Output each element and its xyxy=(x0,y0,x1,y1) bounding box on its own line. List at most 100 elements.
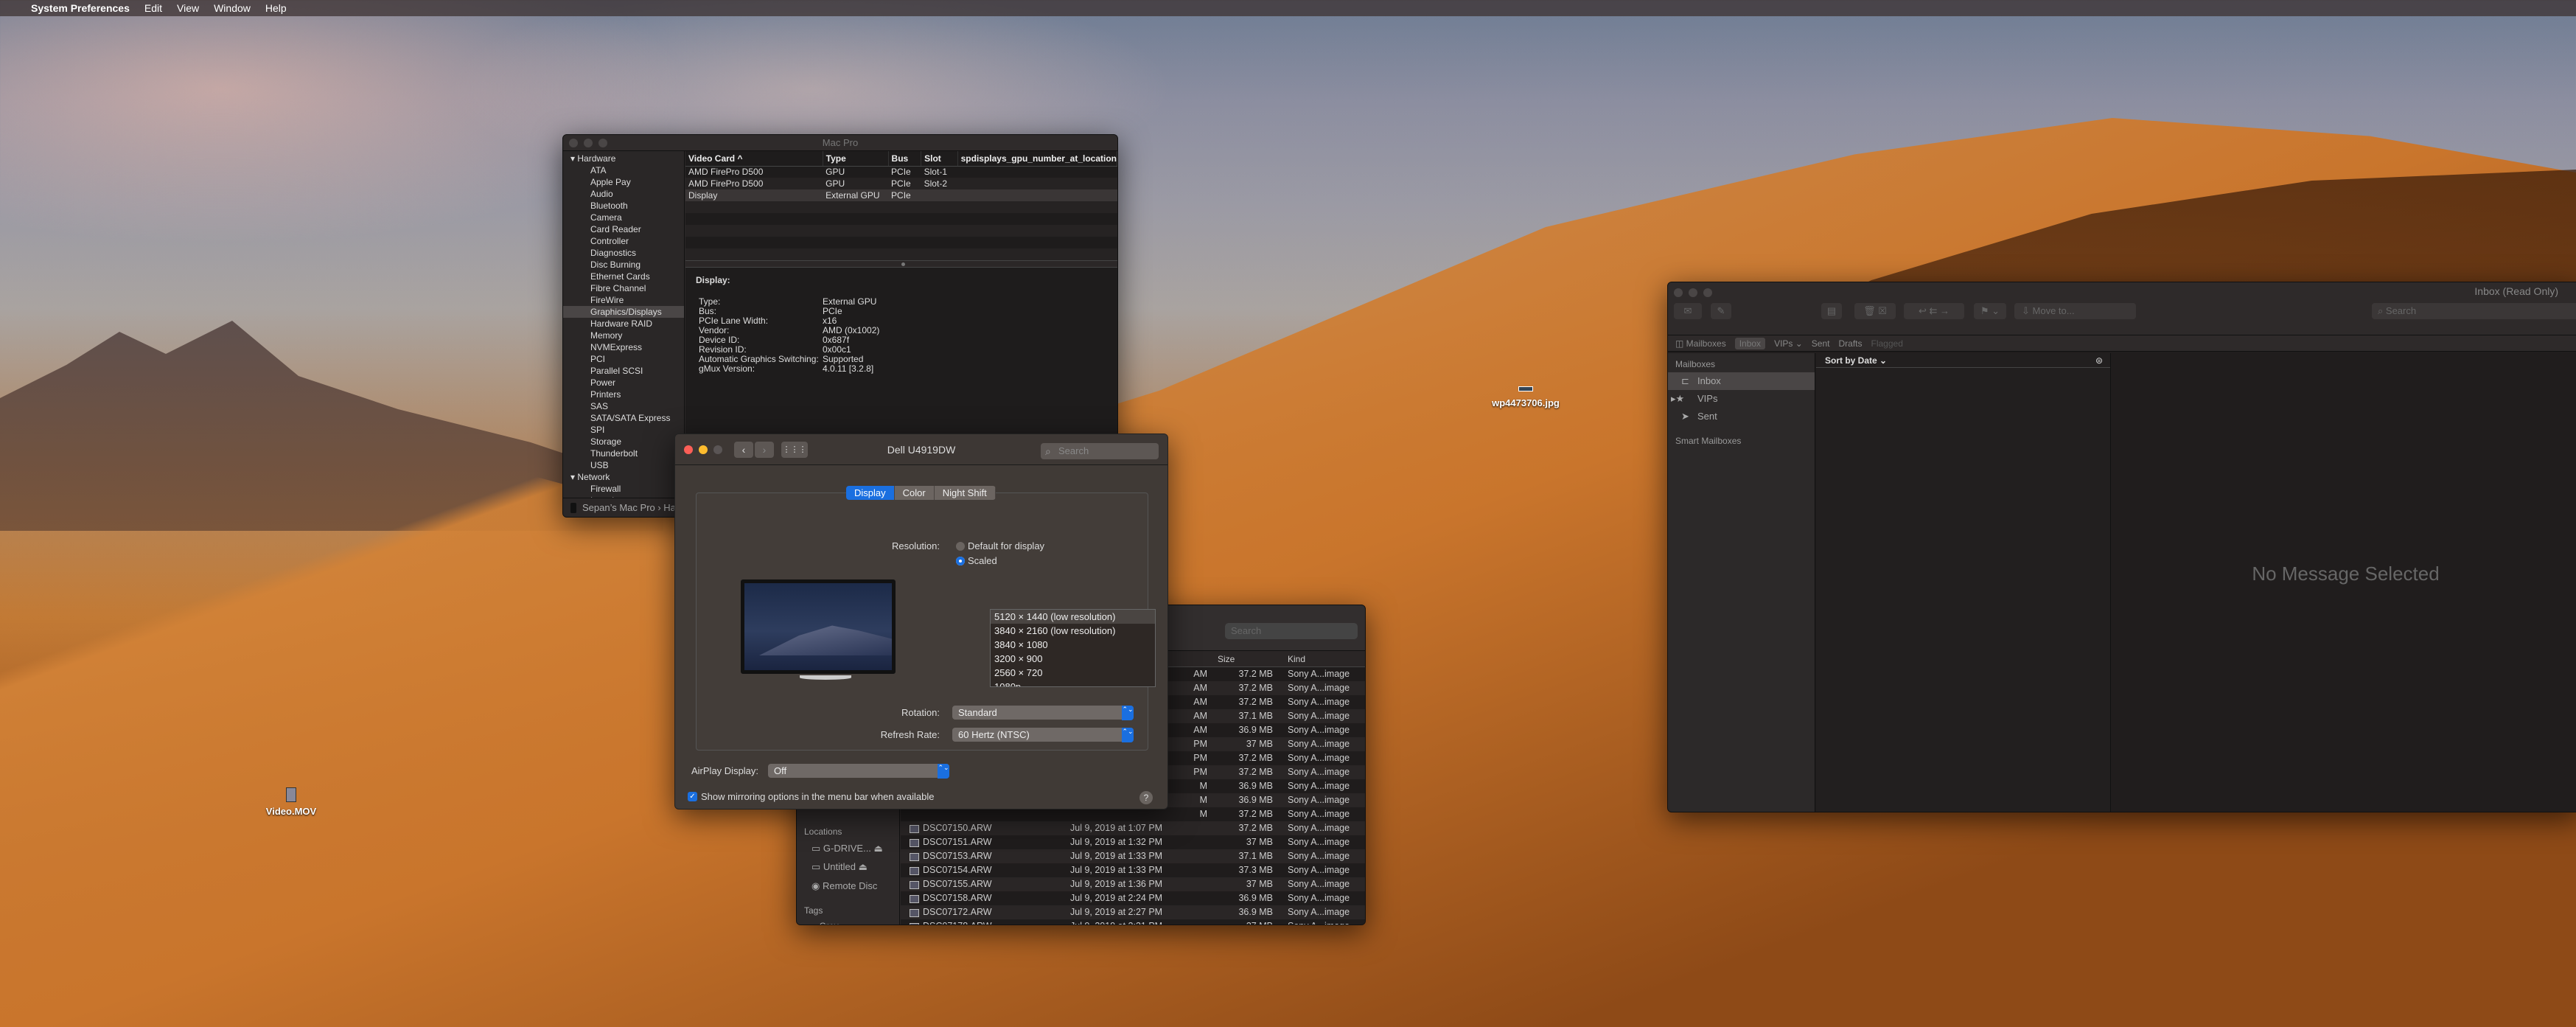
sidebar-item[interactable]: Printers xyxy=(563,389,684,400)
menu-window[interactable]: Window xyxy=(214,2,251,14)
radio-scaled[interactable]: Scaled xyxy=(956,555,997,566)
tag-grey[interactable]: ● Grey xyxy=(811,921,839,925)
fav-vips[interactable]: VIPs ⌄ xyxy=(1774,338,1803,349)
filter-icon[interactable]: ⊜ xyxy=(2095,353,2103,368)
zoom-button[interactable] xyxy=(713,445,722,454)
sidebar-item[interactable]: Firewall xyxy=(563,483,684,495)
close-button[interactable] xyxy=(684,445,693,454)
tab-display[interactable]: Display xyxy=(846,486,895,500)
split-divider[interactable] xyxy=(685,260,1117,268)
resolution-option[interactable]: 5120 × 1440 (low resolution) xyxy=(991,610,1155,624)
sidebar-item[interactable]: Camera xyxy=(563,212,684,223)
table-row[interactable]: AMD FirePro D500 GPU PCIe Slot-2 xyxy=(685,178,1117,189)
move-to-button[interactable]: ⇩ Move to... xyxy=(2014,303,2136,319)
mirroring-checkbox[interactable]: Show mirroring options in the menu bar w… xyxy=(688,791,935,802)
table-row[interactable]: Display External GPU PCIe xyxy=(685,189,1117,201)
sidebar-item[interactable]: USB xyxy=(563,459,684,471)
location-remote-disc[interactable]: ◉ Remote Disc xyxy=(811,880,877,892)
resolution-option[interactable]: 3200 × 900 xyxy=(991,652,1155,666)
sidebar-item[interactable]: PCI xyxy=(563,353,684,365)
sidebar-item[interactable]: SPI xyxy=(563,424,684,436)
sidebar-item[interactable]: Diagnostics xyxy=(563,247,684,259)
sidebar-item[interactable]: Hardware RAID xyxy=(563,318,684,330)
menu-view[interactable]: View xyxy=(177,2,199,14)
column-header[interactable]: spdisplays_gpu_number_at_location xyxy=(957,151,1117,167)
sidebar-item[interactable]: Thunderbolt xyxy=(563,448,684,459)
file-row[interactable]: DSC07155.ARW Jul 9, 2019 at 1:36 PM 37 MB S… xyxy=(901,877,1365,891)
close-button[interactable] xyxy=(1674,288,1683,297)
resolution-option[interactable]: 2560 × 720 xyxy=(991,666,1155,680)
get-mail-envelope-icon[interactable]: ✉ xyxy=(1674,303,1702,319)
fav-drafts[interactable]: Drafts xyxy=(1838,338,1862,349)
resolution-option[interactable]: 3840 × 2160 (low resolution) xyxy=(991,624,1155,638)
help-button[interactable]: ? xyxy=(1139,791,1153,804)
sidebar-item[interactable]: SATA/SATA Express xyxy=(563,412,684,424)
sidebar-item[interactable]: Apple Pay xyxy=(563,176,684,188)
file-row[interactable]: DSC07158.ARW Jul 9, 2019 at 2:24 PM 36.9 M… xyxy=(901,891,1365,905)
fav-flagged[interactable]: Flagged xyxy=(1871,338,1903,349)
location-gdrive[interactable]: ▭ G-DRIVE... ⏏ xyxy=(811,843,883,854)
minimize-button[interactable] xyxy=(1689,288,1697,297)
fav-sent[interactable]: Sent xyxy=(1812,338,1830,349)
eject-icon[interactable]: ⏏ xyxy=(874,843,883,854)
sidebar-item[interactable]: Fibre Channel xyxy=(563,282,684,294)
fav-inbox[interactable]: Inbox xyxy=(1734,337,1766,349)
sidebar-item[interactable]: ATA xyxy=(563,164,684,176)
resolution-option[interactable]: 1080p xyxy=(991,680,1155,686)
sidebar-item[interactable]: Ethernet Cards xyxy=(563,271,684,282)
sidebar-group[interactable]: ▾ Network xyxy=(563,471,684,483)
mailbox-sent[interactable]: ➤ Sent xyxy=(1668,408,1815,425)
reply-forward-icons[interactable]: ↩ ⇇ → xyxy=(1904,303,1964,319)
column-header[interactable]: Bus xyxy=(888,151,922,167)
fav-mailboxes[interactable]: ◫ Mailboxes xyxy=(1675,338,1726,349)
close-button[interactable] xyxy=(569,139,578,147)
tab-color[interactable]: Color xyxy=(894,486,935,500)
file-row[interactable]: DSC07153.ARW Jul 9, 2019 at 1:33 PM 37.1 M… xyxy=(901,849,1365,863)
mailbox-vips[interactable]: ▸★ VIPs xyxy=(1668,390,1815,408)
resolution-option[interactable]: 3840 × 1080 xyxy=(991,638,1155,652)
desktop-file-video[interactable]: Video.MOV xyxy=(262,787,321,817)
sidebar-item[interactable]: Bluetooth xyxy=(563,200,684,212)
sidebar-item[interactable]: Storage xyxy=(563,436,684,448)
eject-icon[interactable]: ⏏ xyxy=(859,861,868,872)
sidebar-item[interactable]: Power xyxy=(563,377,684,389)
show-all-grid-icon[interactable]: ⋮⋮⋮ xyxy=(781,442,808,458)
file-row[interactable]: DSC07154.ARW Jul 9, 2019 at 1:33 PM 37.3 M… xyxy=(901,863,1365,877)
sidebar-item[interactable]: Disc Burning xyxy=(563,259,684,271)
scaled-resolution-list[interactable]: 5120 × 1440 (low resolution) 3840 × 2160 … xyxy=(990,609,1156,687)
archive-icon[interactable]: ▤ xyxy=(1821,303,1842,319)
search-field[interactable]: Search xyxy=(1225,623,1358,639)
menu-edit[interactable]: Edit xyxy=(144,2,162,14)
compose-icon[interactable]: ✎ xyxy=(1711,303,1731,319)
table-row[interactable]: AMD FirePro D500 GPU PCIe Slot-1 xyxy=(685,166,1117,178)
flag-icon[interactable]: ⚑ ⌄ xyxy=(1974,303,2006,319)
sidebar-item[interactable]: Card Reader xyxy=(563,223,684,235)
location-untitled[interactable]: ▭ Untitled ⏏ xyxy=(811,861,868,873)
menu-app-name[interactable]: System Preferences xyxy=(31,2,130,14)
sidebar-item[interactable]: Memory xyxy=(563,330,684,341)
file-row[interactable]: DSC07151.ARW Jul 9, 2019 at 1:32 PM 37 MB S… xyxy=(901,835,1365,849)
sidebar-group[interactable]: ▾ Hardware xyxy=(563,153,684,164)
search-field[interactable]: ⌕ Search xyxy=(2372,303,2576,319)
column-header[interactable]: Video Card ^ xyxy=(685,151,823,167)
sidebar-item[interactable]: Parallel SCSI xyxy=(563,365,684,377)
sidebar-item[interactable]: Controller xyxy=(563,235,684,247)
tab-night-shift[interactable]: Night Shift xyxy=(934,486,996,500)
column-header[interactable]: Slot xyxy=(921,151,958,167)
sidebar-item[interactable]: SAS xyxy=(563,400,684,412)
back-button[interactable]: ‹ xyxy=(734,442,753,458)
airplay-select[interactable]: Off xyxy=(768,764,949,779)
sidebar-item[interactable]: NVMExpress xyxy=(563,341,684,353)
delete-trash-icon[interactable]: 🗑 ☒ xyxy=(1854,303,1896,319)
sidebar-item[interactable]: Graphics/Displays xyxy=(563,306,684,318)
radio-default-for-display[interactable]: Default for display xyxy=(956,540,1044,551)
desktop-file-wp4473706[interactable]: wp4473706.jpg xyxy=(1481,386,1570,408)
refresh-rate-select[interactable]: 60 Hertz (NTSC) xyxy=(952,728,1134,742)
menu-help[interactable]: Help xyxy=(265,2,287,14)
zoom-button[interactable] xyxy=(1703,288,1712,297)
file-row[interactable]: DSC07150.ARW Jul 9, 2019 at 1:07 PM 37.2 M… xyxy=(901,821,1365,835)
rotation-select[interactable]: Standard xyxy=(952,706,1134,720)
column-size[interactable]: Size xyxy=(1210,651,1280,666)
path-text[interactable]: Sepan’s Mac Pro › Har xyxy=(582,502,679,513)
column-kind[interactable]: Kind xyxy=(1280,651,1354,666)
